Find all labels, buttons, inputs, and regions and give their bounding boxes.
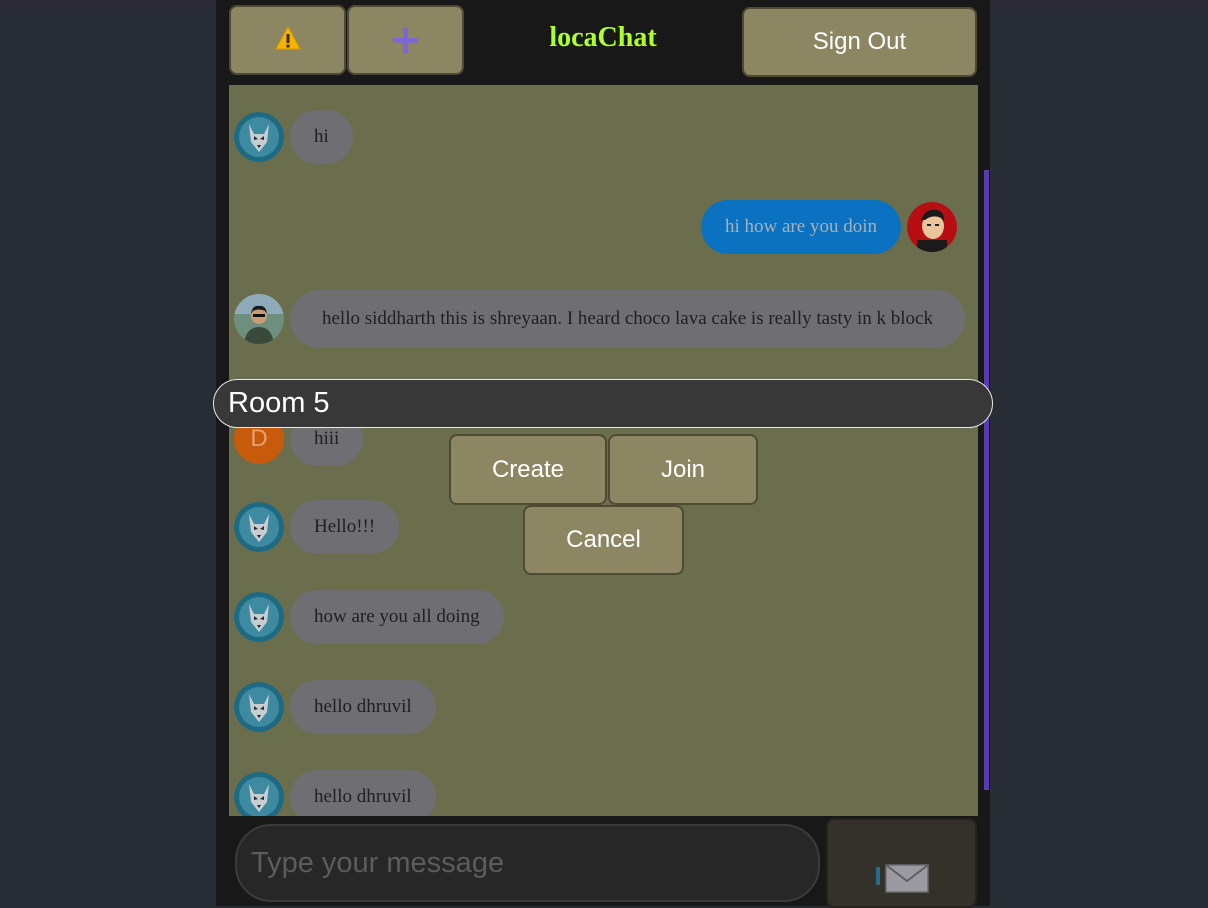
plus-icon: + — [388, 17, 423, 63]
message-item: hello dhruvil — [234, 680, 436, 734]
sign-out-button[interactable]: Sign Out — [742, 7, 977, 77]
message-input[interactable] — [235, 824, 820, 902]
message-bubble: hello siddharth this is shreyaan. I hear… — [290, 290, 965, 348]
message-item: hello siddharth this is shreyaan. I hear… — [234, 290, 965, 348]
message-bubble: hello dhruvil — [290, 680, 436, 734]
message-item: Hello!!! — [234, 500, 400, 554]
message-bubble-sent: hi how are you doin — [701, 200, 901, 254]
message-bubble: Hello!!! — [290, 500, 400, 554]
scrollbar[interactable] — [984, 170, 989, 790]
header: + locaChat Sign Out — [216, 0, 990, 85]
room-name-input[interactable] — [213, 379, 993, 428]
message-bubble: how are you all doing — [290, 590, 504, 644]
create-room-button[interactable]: Create — [449, 434, 607, 505]
cancel-button[interactable]: Cancel — [523, 505, 684, 575]
message-item: how are you all doing — [234, 590, 504, 644]
wolf-avatar — [234, 112, 284, 162]
wolf-avatar — [234, 592, 284, 642]
message-item: hello dhruvil — [234, 770, 436, 816]
add-room-button[interactable]: + — [347, 5, 464, 75]
join-room-button[interactable]: Join — [608, 434, 758, 505]
warning-button[interactable] — [229, 5, 346, 75]
message-item: hi — [234, 110, 353, 164]
wolf-avatar — [234, 772, 284, 816]
envelope-icon — [874, 863, 930, 898]
message-bubble: hello dhruvil — [290, 770, 436, 816]
user-photo-avatar — [906, 202, 957, 252]
warning-icon — [274, 25, 301, 55]
send-button[interactable] — [826, 818, 977, 908]
message-bubble: hi — [290, 110, 353, 164]
wolf-avatar — [234, 502, 284, 552]
boy-photo-avatar — [234, 294, 284, 344]
wolf-avatar — [234, 682, 284, 732]
message-item-sent: hi how are you doin — [701, 200, 957, 254]
composer — [216, 816, 990, 908]
app-title: locaChat — [549, 22, 657, 53]
